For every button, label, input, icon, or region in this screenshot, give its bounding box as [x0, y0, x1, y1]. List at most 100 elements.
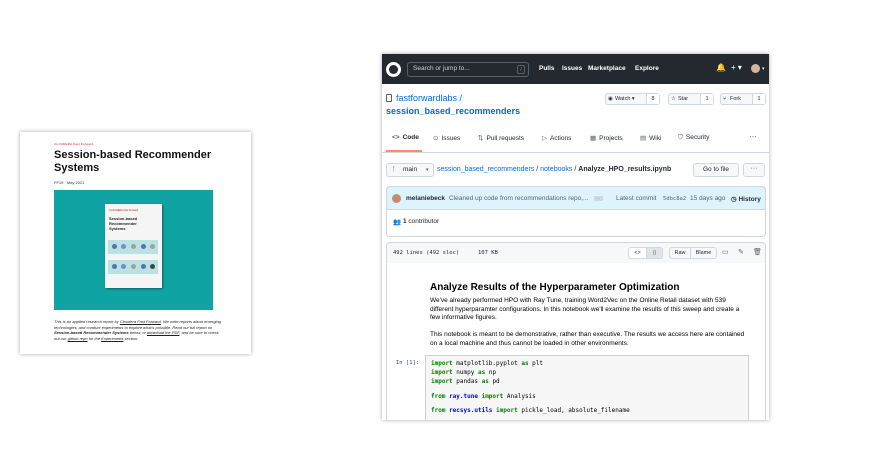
- star-count[interactable]: 1: [700, 94, 713, 104]
- desc-text: This is an applied research report by: [54, 319, 120, 324]
- repo-name-link[interactable]: session_based_recommenders: [386, 106, 520, 116]
- breadcrumb-repo-link[interactable]: session_based_recommenders: [437, 166, 534, 173]
- code-keyword: import: [481, 393, 504, 400]
- avatar-caret-icon[interactable]: ▾: [762, 66, 765, 72]
- code-keyword: import: [431, 360, 453, 367]
- cell-prompt: In [1]:: [396, 360, 420, 366]
- book-illustration-band: [108, 260, 158, 274]
- star-icon: ☆: [671, 96, 676, 102]
- tab-label: Pull requests: [486, 135, 525, 142]
- code-alias: pd: [488, 378, 500, 385]
- author-avatar[interactable]: [392, 194, 401, 203]
- report-title: Session-based Recommender Systems: [54, 149, 212, 174]
- tab-label: Wiki: [649, 135, 662, 142]
- code-line: import matplotlib.pyplot as plt: [431, 360, 543, 367]
- link-experiments[interactable]: Experiments: [101, 336, 123, 341]
- book-brand: CLOUDERA Fast Forward: [109, 209, 139, 212]
- watch-count[interactable]: 8: [646, 94, 659, 104]
- user-avatar[interactable]: [751, 64, 760, 73]
- bell-icon[interactable]: 🔔: [716, 63, 726, 72]
- latest-commit-label: Latest commit: [616, 195, 657, 202]
- search-placeholder: Search or jump to...: [413, 65, 470, 72]
- code-icon: <>: [392, 134, 400, 141]
- people-icon: 👥: [393, 219, 402, 226]
- more-tabs-icon[interactable]: ···: [749, 132, 757, 141]
- github-logo-icon[interactable]: [386, 62, 401, 77]
- code-line: import pandas as pd: [431, 378, 500, 385]
- code-cell: import matplotlib.pyplot as plt import n…: [425, 355, 749, 420]
- play-icon: ▷: [542, 135, 547, 142]
- blame-button[interactable]: Blame: [690, 247, 717, 259]
- issue-icon: ⊙: [433, 135, 439, 142]
- expand-commit-button[interactable]: …: [594, 196, 603, 201]
- tab-projects[interactable]: ▦ Projects: [590, 134, 623, 142]
- report-book-illustration: CLOUDERA Fast Forward Session-based Reco…: [105, 204, 162, 288]
- slash-key-icon: /: [517, 65, 525, 74]
- history-link[interactable]: ◷ History: [731, 195, 761, 203]
- commit-sha[interactable]: 5dbc8a2: [663, 196, 686, 202]
- fork-button[interactable]: ⑂ Fork 1: [720, 93, 766, 105]
- commit-time: 15 days ago: [690, 195, 726, 202]
- commit-author[interactable]: melaniebeck: [406, 195, 445, 202]
- code-line: from recsys.utils import pickle_load, ab…: [431, 407, 630, 414]
- tab-security[interactable]: ⛉ Security: [678, 134, 709, 142]
- desc-bold-title: Session-based Recommender Systems: [54, 330, 129, 335]
- code-alias: Analysis: [503, 393, 536, 400]
- report-cover-image: CLOUDERA Fast Forward Session-based Reco…: [54, 190, 213, 310]
- code-keyword: as: [521, 360, 529, 367]
- branch-selector[interactable]: ᚴ main ▾: [386, 163, 434, 177]
- report-brand: CLOUDERA Fast Forward: [54, 142, 94, 146]
- more-options-button[interactable]: ···: [743, 163, 765, 177]
- latest-commit-bar: melaniebeck Cleaned up code from recomme…: [386, 186, 766, 210]
- code-keyword: import: [496, 407, 518, 414]
- star-button[interactable]: ☆ Star 1: [668, 93, 714, 105]
- monitor-icon[interactable]: ▭: [722, 248, 729, 256]
- plus-icon[interactable]: + ▾: [731, 63, 742, 72]
- file-size: 107 KB: [478, 250, 498, 256]
- search-input[interactable]: Search or jump to... /: [407, 62, 529, 77]
- nav-pulls[interactable]: Pulls: [539, 65, 555, 72]
- watch-label: Watch ▾: [615, 96, 635, 102]
- contributors-link[interactable]: 1 contributor: [403, 218, 439, 225]
- desc-text: below, or: [128, 330, 147, 335]
- tab-issues[interactable]: ⊙ Issues: [433, 134, 460, 142]
- commit-message[interactable]: Cleaned up code from recommendations rep…: [449, 195, 588, 202]
- tab-label: Projects: [599, 135, 623, 142]
- github-window: Search or jump to... / Pulls Issues Mark…: [382, 54, 769, 420]
- fork-count[interactable]: 1: [752, 94, 765, 104]
- tab-wiki[interactable]: ▤ Wiki: [640, 134, 661, 142]
- pencil-icon[interactable]: ✎: [738, 248, 744, 256]
- tab-label: Code: [402, 134, 419, 141]
- notebook-heading: Analyze Results of the Hyperparameter Op…: [430, 282, 680, 293]
- rendered-view-icon[interactable]: ▯: [646, 247, 663, 259]
- link-github-repo[interactable]: github repo: [68, 336, 88, 341]
- link-download-pdf[interactable]: download the PDF: [147, 330, 179, 335]
- tab-code[interactable]: <> Code: [392, 134, 419, 141]
- nav-explore[interactable]: Explore: [635, 65, 659, 72]
- code-module: numpy: [452, 369, 478, 376]
- notebook-paragraph: This notebook is meant to be demonstrati…: [430, 331, 745, 347]
- shield-icon: ⛉: [678, 134, 683, 141]
- tab-pull-requests[interactable]: ⇅ Pull requests: [478, 134, 524, 142]
- code-keyword: from: [431, 393, 446, 400]
- tab-actions[interactable]: ▷ Actions: [542, 134, 571, 142]
- raw-button[interactable]: Raw: [669, 247, 691, 259]
- code-alias: plt: [528, 360, 544, 367]
- trash-icon[interactable]: 🗑: [753, 248, 762, 256]
- watch-button[interactable]: ◉ Watch ▾ 8: [605, 93, 660, 105]
- code-keyword: from: [431, 407, 446, 414]
- go-to-file-button[interactable]: Go to file: [693, 163, 739, 177]
- notebook-paragraph: We've already performed HPO with Ray Tun…: [430, 297, 740, 321]
- code-view-icon[interactable]: <>: [628, 247, 647, 259]
- nav-issues[interactable]: Issues: [562, 65, 582, 72]
- code-keyword: import: [431, 378, 453, 385]
- notebook-content: Analyze Results of the Hyperparameter Op…: [386, 263, 766, 420]
- code-keyword: as: [481, 378, 489, 385]
- contributors-bar: 👥 1 contributor: [386, 209, 766, 237]
- nav-marketplace[interactable]: Marketplace: [588, 65, 626, 72]
- code-keyword: import: [431, 369, 453, 376]
- repo-owner-link[interactable]: fastforwardlabs /: [396, 93, 462, 103]
- link-cloudera-fast-forward[interactable]: Cloudera Fast Forward: [120, 319, 161, 324]
- breadcrumb-folder-link[interactable]: notebooks: [540, 166, 572, 173]
- book-title: Session-based Recommender Systems: [109, 216, 138, 231]
